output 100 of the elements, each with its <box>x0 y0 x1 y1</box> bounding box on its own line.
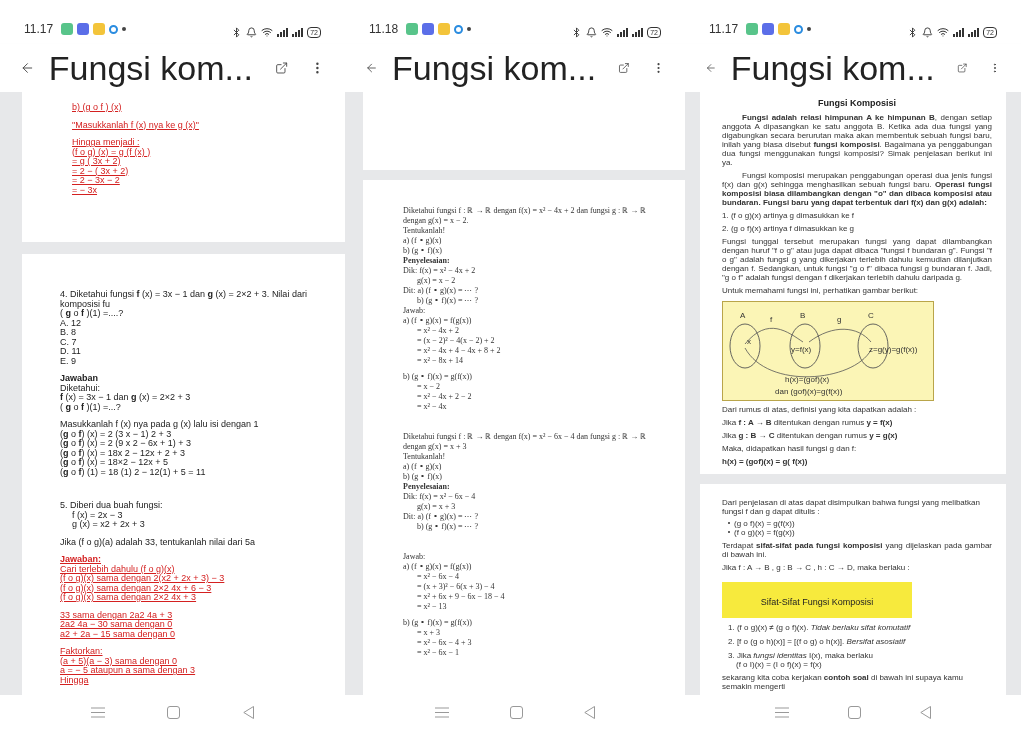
text-line: Fungsi Komposisi <box>818 98 896 109</box>
text-line: Dik: f(x) = x² − 6x − 4 <box>403 492 476 502</box>
document-title: Fungsi kom... <box>48 48 253 88</box>
text-line: 1. (f o g)(x) artinya g dimasukkan ke f <box>722 211 855 220</box>
text-line: C. 7 <box>60 337 77 347</box>
text-line: A. 12 <box>60 318 81 328</box>
text-line: (g o f) (1) = 18 (1) 2 − 12(1) + 5 = 11 <box>60 467 206 477</box>
element-label: x <box>747 337 751 346</box>
text-line: (g o f)(x) = g(f(x)) <box>734 519 795 528</box>
text-line: = x² + 6x + 9 − 6x − 18 − 4 <box>417 592 505 602</box>
text-line: dengan g(x) = x − 2. <box>403 216 469 226</box>
text-line: = g ( 3x + 2) <box>72 157 121 167</box>
text-line: Dit: a) (f ∘ g)(x) = ⋯ ? <box>403 512 479 522</box>
signal-icon <box>968 27 980 37</box>
menu-icon[interactable] <box>435 706 450 718</box>
text-line: Jawaban: <box>60 555 101 565</box>
wifi-icon <box>261 26 274 38</box>
text-line: (g o f) (x) = 2 (3 x − 1) 2 + 3 <box>60 429 172 439</box>
text-line: f (x) = 2x − 3 <box>72 510 123 520</box>
menu-icon[interactable] <box>774 706 789 718</box>
text-line: Diketahui fungsi f : ℝ → ℝ dengan f(x) = x² − 6x − 4 dan fungsi g : ℝ → ℝ <box>403 432 647 442</box>
text-line: Diketahui fungsi f : ℝ → ℝ dengan f(x) = x² − 4x + 2 dan fungsi g : ℝ → ℝ <box>403 206 647 216</box>
set-label: B <box>800 311 806 320</box>
text-line: Penyelesaian: <box>403 482 450 492</box>
notification-icon <box>406 23 419 35</box>
text-line: (f o g)(x) sama dengan 2×2 4x + 3 <box>60 593 197 603</box>
set-label: C <box>868 311 874 320</box>
text-line: Maka, didapatkan hasil fungsi g dan f: <box>722 444 857 453</box>
text-line: Jika (f o g)(a) adalah 33, tentukanlah nilai dari 5a <box>60 537 256 547</box>
status-time: 11.17 <box>709 21 739 38</box>
text-line: = (x + 3)² − 6(x + 3) − 4 <box>417 582 495 592</box>
signal-icon <box>953 27 965 37</box>
text-line: Penyelesaian: <box>403 256 450 266</box>
text-line: b) (g ∘ f)(x) = ⋯ ? <box>417 296 479 306</box>
text-line: Terdapat sifat-sifat pada fungsi komposisi yang dijelaskan pada gambar di bawah ini. <box>722 541 992 559</box>
mapping-label: g <box>837 315 842 324</box>
text-line: a) (f ∘ g)(x) <box>403 462 442 472</box>
text-line: b) (g o f ) (x) <box>72 103 122 113</box>
text-line: dengan g(x) = x + 3 <box>403 442 467 452</box>
text-line: = x − 2 <box>417 382 441 392</box>
text-line: f (x) = 3x − 1 dan g (x) = 2×2 + 3 <box>60 393 191 403</box>
text-line: Jawab: <box>403 552 426 562</box>
text-line: (f o g)(x) sama dengan 2×2 4x + 6 − 3 <box>60 583 212 593</box>
text-line: 5. Diberi dua buah fungsi: <box>60 501 163 511</box>
text-line: 2a2 4a − 30 sama dengan 0 <box>60 620 173 630</box>
text-line: = x² − 6x − 4 <box>417 572 459 582</box>
text-line: Fungsi komposisi merupakan penggabungan operasi dua jenis fungsi f(x) dan g(x) sehingga menghasilkan sebuah fungsi baru. Operasi fungsi komposisi biasa dilambangkan dengan "o" dan dibaca komposisi atau bundaran. Fungsi baru yang dapat terbentuk dari f(x) dan g(x) adalah: <box>722 171 992 207</box>
text-line: Dari rumus di atas, definisi yang kita dapatkan adalah : <box>722 405 917 414</box>
menu-icon[interactable] <box>91 706 106 718</box>
text-line: Jawaban <box>60 374 99 384</box>
text-line: a) (f ∘ g)(x) = f(g(x)) <box>403 562 472 572</box>
document-title: Fungsi kom... <box>730 48 935 88</box>
text-line: ( g o f )(1) =...? <box>60 402 121 412</box>
text-line: (f o I)(x) = (I o f)(x) = f(x) <box>736 660 822 669</box>
formula-label: h(x)=(gof)(x) <box>785 375 830 384</box>
text-line: Hingga menjadi : <box>72 138 140 148</box>
back-triangle-icon[interactable] <box>920 705 932 719</box>
text-line: Dik: f(x) = x² − 4x + 2 <box>403 266 476 276</box>
text-line: Fungsi tunggal tersebut merupakan fungsi yang dapat dilambangkan dengan huruf "f o g" atau juga dapat dibaca "fungsi f bundaran g". Fungsi "f o g" adalah fungsi g yang dikerjakan terlebih dahulu kemudian dilanjutkan dengan f. Sedangkan, untuk fungsi "g o f" dibaca fungsi g bundaran f. Jadi, "g o f" adalah fungsi dengan f dikerjakan terlebih dahulu daripada g. <box>722 237 992 282</box>
back-triangle-icon[interactable] <box>242 705 254 719</box>
text-line: a = − 5 ataupun a sama dengan 3 <box>60 666 196 676</box>
text-line: h(x) = (gof)(x) = g( f(x)) <box>722 457 808 466</box>
text-line: = x² − 13 <box>417 602 447 612</box>
back-triangle-icon[interactable] <box>583 705 595 719</box>
text-line: = 2 − 3x − 2 <box>72 176 120 186</box>
home-button-icon[interactable] <box>167 705 181 719</box>
home-button-icon[interactable] <box>848 705 861 719</box>
text-line: Tentukanlah! <box>403 452 446 462</box>
element-label: y=f(x) <box>791 345 812 354</box>
text-line: (f o g)(x) = f(g(x)) <box>734 528 795 537</box>
wifi-icon <box>937 26 950 38</box>
text-line: a) (f ∘ g)(x) <box>403 236 442 246</box>
open-external-button[interactable] <box>274 59 289 77</box>
text-line: b) (g ∘ f)(x) = g(f(x)) <box>403 372 472 382</box>
text-line: 1. (f o g)(x) ≠ (g o f)(x). Tidak berlaku sifat komutatif <box>728 623 911 632</box>
text-line: Jika f : A → B ditentukan dengan rumus y = f(x) <box>722 418 893 427</box>
text-line: 3. Jika fungsi identitas I(x), maka berlaku <box>728 651 873 660</box>
text-line: Cari terlebih dahulu (f o g)(x) <box>60 564 175 574</box>
notification-icon <box>746 23 759 35</box>
text-line: Masukkanlah f (x) nya pada g (x) lalu isi dengan 1 <box>60 420 259 430</box>
mapping-label: f <box>770 315 773 324</box>
text-line: B. 8 <box>60 328 76 338</box>
text-line: Tentukanlah! <box>403 226 446 236</box>
home-button-icon[interactable] <box>510 705 523 719</box>
notification-icon <box>77 23 90 35</box>
text-line: = x² − 4x + 2 − 2 <box>417 392 472 402</box>
text-line: = − 3x <box>72 185 98 195</box>
text-line: Diketahui: <box>60 383 101 393</box>
element-label: z=g(y)=g(f(x)) <box>869 345 918 354</box>
text-line: 2. [f o (g o h)(x)] = [(f o g) o h(x)]. Bersifat asosiatif <box>728 637 906 646</box>
text-line: = x² − 4x + 4 − 4x + 8 + 2 <box>417 346 501 356</box>
notification-icon <box>93 23 106 35</box>
notification-icon <box>778 23 791 35</box>
text-line: b) (g ∘ f)(x) <box>403 246 442 256</box>
wifi-icon <box>601 26 614 38</box>
text-line: Faktorkan: <box>60 647 103 657</box>
notification-icon <box>61 23 74 35</box>
text-line: = x² − 4x <box>417 402 447 412</box>
notification-icon <box>422 23 435 35</box>
text-line: (f o g)(x) sama dengan 2(x2 + 2x + 3) − 3 <box>60 574 225 584</box>
